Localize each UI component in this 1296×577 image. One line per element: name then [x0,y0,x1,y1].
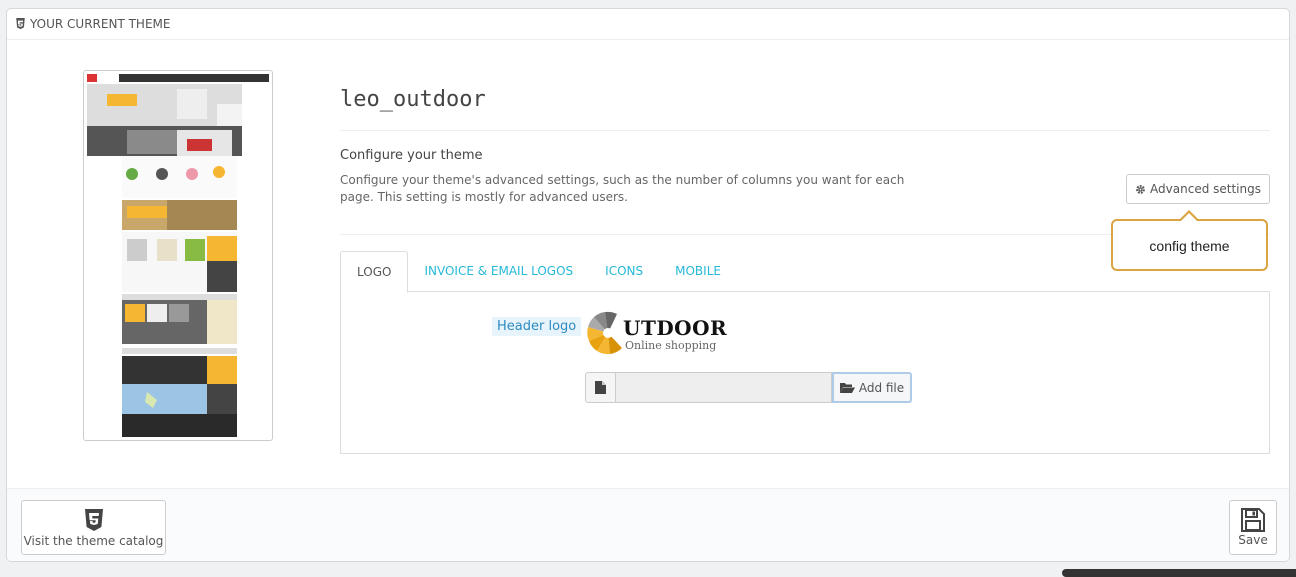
visit-theme-catalog-button[interactable]: Visit the theme catalog [21,500,166,555]
save-label: Save [1238,533,1268,547]
logo-text: UTDOOR [623,316,728,340]
add-file-label: Add file [858,380,905,395]
catalog-label: Visit the theme catalog [23,534,164,548]
save-button[interactable]: Save [1229,500,1277,555]
logo-tab-body: Header logo UTDOOR Online shopping Add f… [340,291,1270,454]
folder-open-icon [839,382,855,393]
file-icon [595,381,606,394]
html5-icon [16,18,25,30]
logo-subtext: Online shopping [625,339,717,352]
tab-invoice-email-logos[interactable]: INVOICE & EMAIL LOGOS [408,251,589,292]
header-logo-label: Header logo [492,317,582,336]
advanced-settings-label: Advanced settings [1150,182,1261,196]
logo-tabs: LOGO INVOICE & EMAIL LOGOS ICONS MOBILE [340,251,1270,293]
panel-title: YOUR CURRENT THEME [30,17,171,31]
gear-icon [1136,184,1145,194]
advanced-settings-button[interactable]: Advanced settings [1126,174,1270,204]
tab-icons[interactable]: ICONS [589,251,659,292]
file-icon-box [585,372,615,403]
theme-content: leo_outdoor Configure your theme Configu… [340,69,1270,454]
panel-header: YOUR CURRENT THEME [7,9,1289,40]
configure-description: Configure your theme's advanced settings… [340,173,905,204]
save-floppy-icon [1241,508,1265,532]
panel-footer: Visit the theme catalog Save [7,488,1289,561]
file-path-input[interactable] [615,372,832,403]
horizontal-scrollbar[interactable] [1062,569,1296,577]
tab-mobile[interactable]: MOBILE [659,251,737,292]
header-logo-image: UTDOOR Online shopping [586,309,728,357]
current-theme-panel: YOUR CURRENT THEME leo_outdoor Configure… [6,8,1290,562]
tab-logo[interactable]: LOGO [340,251,409,293]
theme-preview-thumbnail [83,70,273,441]
add-file-button[interactable]: Add file [832,372,912,403]
html5-icon [84,509,103,531]
configure-title: Configure your theme [340,148,483,163]
theme-name: leo_outdoor [340,69,1270,131]
logo-file-upload: Add file [585,372,912,403]
